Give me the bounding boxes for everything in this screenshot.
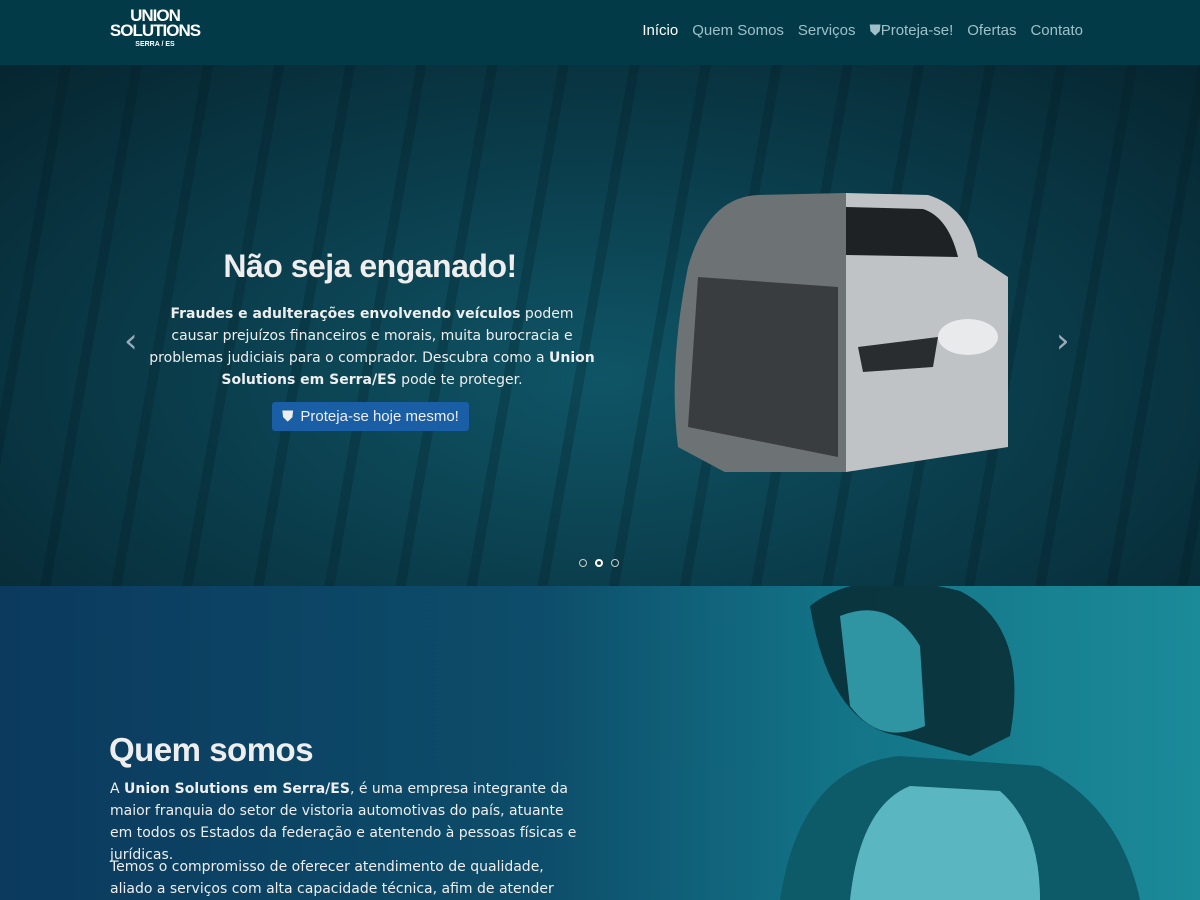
nav-proteja-se[interactable]: ⛊Proteja-se! bbox=[869, 22, 953, 39]
logo[interactable]: UNION SOLUTIONS SERRA / ES bbox=[109, 7, 201, 52]
carousel-dot-3[interactable] bbox=[611, 559, 619, 567]
nav-quem-somos[interactable]: Quem Somos bbox=[692, 22, 784, 39]
hero-carousel: Não seja enganado! Fraudes e adulteraçõe… bbox=[0, 65, 1200, 586]
woman-photo bbox=[780, 586, 1140, 900]
about-paragraph-2: Temos o compromisso de oferecer atendime… bbox=[110, 859, 554, 897]
car-image bbox=[674, 193, 1008, 472]
carousel-next-button[interactable]: › bbox=[1056, 321, 1070, 361]
navbar: UNION SOLUTIONS SERRA / ES Início Quem S… bbox=[0, 0, 1200, 65]
nav-contato[interactable]: Contato bbox=[1030, 22, 1083, 39]
nav-servicos[interactable]: Serviços bbox=[798, 22, 856, 39]
shield-icon: ⛊ bbox=[869, 22, 881, 39]
hero-title: Não seja enganado! bbox=[223, 248, 517, 284]
about-section: Quem somos A Union Solutions em Serra/ES… bbox=[0, 586, 1200, 900]
carousel-dot-2[interactable] bbox=[595, 559, 603, 567]
carousel-indicators bbox=[579, 559, 619, 567]
shield-icon: ⛊ bbox=[282, 408, 294, 425]
main-menu: Início Quem Somos Serviços ⛊Proteja-se! … bbox=[642, 22, 1083, 39]
carousel-dot-1[interactable] bbox=[579, 559, 587, 567]
nav-ofertas[interactable]: Ofertas bbox=[967, 22, 1016, 39]
carousel-prev-button[interactable]: ‹ bbox=[124, 321, 138, 361]
hero-text: Fraudes e adulterações envolvendo veícul… bbox=[149, 306, 595, 388]
about-title: Quem somos bbox=[109, 731, 314, 768]
protect-cta-button[interactable]: ⛊ Proteja-se hoje mesmo! bbox=[272, 402, 469, 431]
nav-inicio[interactable]: Início bbox=[642, 22, 678, 39]
about-paragraph-1: A Union Solutions em Serra/ES, é uma emp… bbox=[110, 781, 577, 863]
